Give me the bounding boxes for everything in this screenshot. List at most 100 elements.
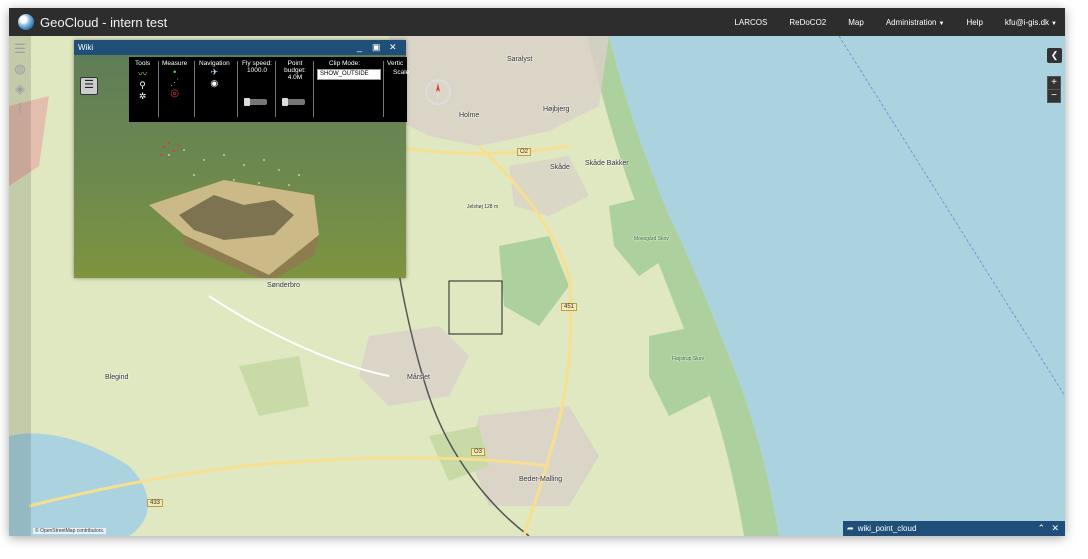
tools-group: Tools 〰 ⚲ ✲ <box>135 60 150 102</box>
navigation-group: Navigation ✈ ◉ <box>199 60 230 89</box>
nav-larcos[interactable]: LARCOS <box>734 18 767 27</box>
label-blegind: Blegind <box>105 374 129 381</box>
nav-menu: LARCOS ReDoCO2 Map Administration ▼ Help … <box>712 8 1057 36</box>
nav-redoco2[interactable]: ReDoCO2 <box>789 18 826 27</box>
field-2 <box>239 356 309 416</box>
fly-speed-group: Fly speed: 1000.0 <box>241 60 273 74</box>
close-icon[interactable]: ✕ <box>389 40 397 55</box>
measure-label: Measure <box>162 60 188 67</box>
hamburger-icon: ☰ <box>84 79 94 91</box>
chevron-down-icon: ▼ <box>1051 20 1057 27</box>
orbit-mode-icon[interactable]: ◉ <box>199 78 230 89</box>
clip-mode-select[interactable]: SHOW_OUTSIDE <box>317 69 381 80</box>
settings-icon[interactable]: ✲ <box>135 91 150 102</box>
label-hojbjerg: Højbjerg <box>543 106 570 113</box>
label-jelshoj: Jelshøj 128 m <box>467 204 499 210</box>
wiki-window: Wiki _ ▣ ✕ ☰ Tools 〰 ⚲ ✲ Measure • ⋰ ◎ N… <box>74 40 451 283</box>
point-budget-value: 4.0M <box>287 74 303 81</box>
nav-administration-label: Administration <box>885 17 937 27</box>
toolbar-divider <box>158 61 159 117</box>
navigation-label: Navigation <box>199 60 230 67</box>
chevron-down-icon: ▼ <box>938 20 945 27</box>
close-icon[interactable]: ✕ <box>1051 521 1059 536</box>
app-title: GeoCloud - intern test <box>40 14 168 30</box>
map-attribution[interactable]: © OpenStreetMap contributors. <box>33 528 107 534</box>
road-shield-o3: O3 <box>471 448 486 456</box>
label-marslet: Mårslet <box>407 374 430 381</box>
geocloud-logo-icon <box>18 14 34 30</box>
point-budget-slider[interactable] <box>282 98 305 106</box>
scatter-points-red <box>160 141 179 156</box>
selection-box <box>448 280 503 335</box>
compass-needle <box>436 83 440 101</box>
layers-icon[interactable]: ☰ <box>12 41 28 57</box>
brand[interactable]: GeoCloud - intern test <box>18 14 167 30</box>
toolbar-divider <box>237 61 238 117</box>
maximize-icon[interactable]: ▣ <box>372 40 381 55</box>
town-marslet <box>359 326 469 406</box>
chevron-left-icon: ❮ <box>1050 50 1059 60</box>
viewer-menu-button[interactable]: ☰ <box>80 77 98 95</box>
label-sonderbro: Sønderbro <box>267 282 301 289</box>
forest-3 <box>649 326 709 416</box>
label-beder-malling: Beder-Malling <box>519 476 563 483</box>
toolbar-divider <box>313 61 314 117</box>
point-cloud-panel-title: wiki_point_cloud <box>857 524 917 533</box>
toolbar-divider <box>275 61 276 117</box>
plus-icon: + <box>1051 77 1057 88</box>
measure-point-icon[interactable]: • <box>162 67 187 77</box>
nav-map[interactable]: Map <box>848 18 864 27</box>
nav-administration[interactable]: Administration ▼ <box>886 18 945 27</box>
panel-collapse-button[interactable]: ❮ <box>1047 48 1062 63</box>
measure-group: Measure • ⋰ ◎ <box>162 60 187 99</box>
toolbar-divider <box>194 61 195 117</box>
nav-user-label: kfu@i-gis.dk <box>1004 17 1050 27</box>
road-shield-433: 433 <box>147 499 164 507</box>
measure-angle-icon[interactable]: ◎ <box>162 88 187 99</box>
chart-icon[interactable]: ⌇ <box>12 101 28 117</box>
tools-label: Tools <box>135 60 151 67</box>
nav-help[interactable]: Help <box>966 18 982 27</box>
toolbar-divider <box>383 61 384 117</box>
marker-icon[interactable]: ⚲ <box>135 80 150 91</box>
road-shield-o2: O2 <box>517 148 532 156</box>
fly-mode-icon[interactable]: ✈ <box>199 67 230 78</box>
measure-distance-icon[interactable]: ⋰ <box>162 77 187 88</box>
nav-user[interactable]: kfu@i-gis.dk ▼ <box>1005 18 1057 27</box>
label-holme: Holme <box>459 112 480 119</box>
left-toolbar: ☰ ◍ ◈ ⌇ <box>9 36 31 536</box>
wiki-header[interactable]: Wiki _ ▣ ✕ <box>74 40 406 55</box>
town-skade <box>509 156 589 216</box>
clip-mode-label: Clip Mode: <box>329 60 361 67</box>
potree-toolbar: Tools 〰 ⚲ ✲ Measure • ⋰ ◎ Navigation ✈ ◉… <box>129 57 451 122</box>
chevron-up-icon[interactable]: ⌃ <box>1037 521 1045 536</box>
point-cloud-panel[interactable]: ➦ wiki_point_cloud ⌃ ✕ <box>843 521 1065 536</box>
fly-speed-label: Fly speed: <box>242 60 272 67</box>
vertical-label: Vertic <box>387 60 404 67</box>
label-saralyst: Saralyst <box>507 56 533 63</box>
cube-icon[interactable]: ◈ <box>12 81 28 97</box>
city-north <box>389 36 609 146</box>
zoom-out-button[interactable]: − <box>1047 89 1061 103</box>
label-moesgard: Moesgård Skov <box>634 236 669 242</box>
road-shield-451: 451 <box>561 303 578 311</box>
minimize-icon[interactable]: _ <box>357 40 362 55</box>
point-budget-group: Point budget: 4.0M <box>279 60 311 81</box>
wiki-title: Wiki <box>78 43 94 52</box>
fly-speed-value: 1000.0 <box>247 67 267 74</box>
town-beder <box>469 406 599 506</box>
globe-icon[interactable]: ◍ <box>12 61 28 77</box>
app-frame: GeoCloud - intern test LARCOS ReDoCO2 Ma… <box>9 8 1065 536</box>
label-skade: Skåde <box>550 164 570 171</box>
profile-icon[interactable]: 〰 <box>135 67 150 80</box>
top-navbar: GeoCloud - intern test LARCOS ReDoCO2 Ma… <box>9 8 1065 36</box>
arrow-icon: ➦ <box>847 524 854 533</box>
fly-speed-slider[interactable] <box>244 98 267 106</box>
zoom-in-button[interactable]: + <box>1047 76 1061 90</box>
minus-icon: − <box>1051 90 1057 101</box>
scatter-points <box>168 149 300 186</box>
point-budget-label: Point budget: <box>284 60 306 74</box>
label-fljstrup: Fløjstrup Skov <box>672 356 704 362</box>
scale-label: Scale <box>393 69 410 76</box>
compass-icon[interactable] <box>425 79 451 105</box>
